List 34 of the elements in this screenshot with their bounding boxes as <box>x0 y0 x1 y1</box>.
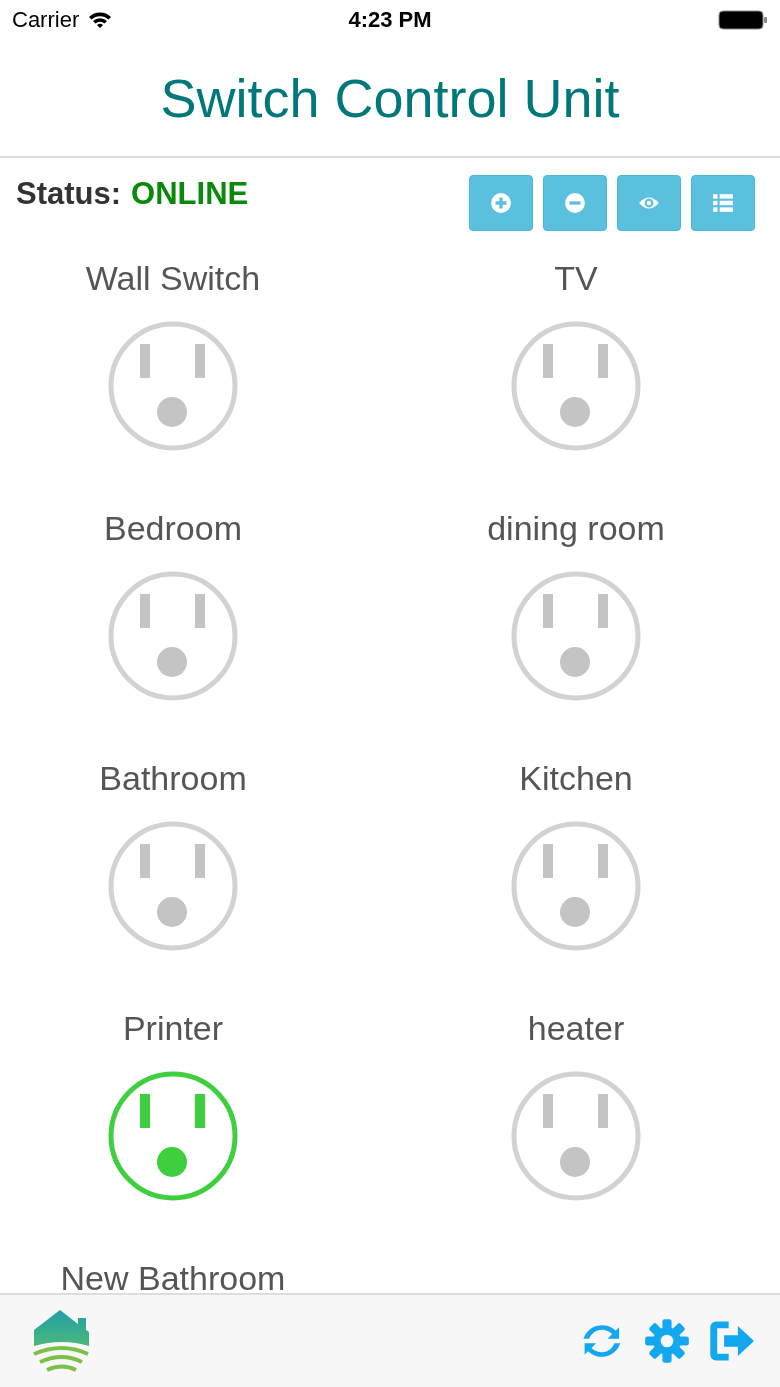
outlet-name: TV <box>554 258 598 299</box>
outlet-toggle[interactable] <box>107 1070 239 1202</box>
app-title: Switch Control Unit <box>160 67 620 129</box>
status-label: Status: <box>16 176 122 212</box>
outlet-name: Printer <box>122 1008 224 1049</box>
outlet-toggle[interactable] <box>510 320 642 452</box>
outlet-toggle[interactable] <box>510 1070 642 1202</box>
list-button[interactable] <box>691 175 755 231</box>
status-value: ONLINE <box>131 176 249 212</box>
logout-icon[interactable] <box>708 1318 754 1364</box>
outlet-name: Bathroom <box>99 758 247 799</box>
outlet-toggle[interactable] <box>107 570 239 702</box>
outlet-toggle[interactable] <box>510 570 642 702</box>
home-wifi-logo[interactable] <box>32 1308 92 1374</box>
outlet-name: New Bathroom <box>60 1258 286 1293</box>
outlet-name: heater <box>527 1008 625 1049</box>
outlet-name: Bedroom <box>104 508 242 549</box>
clock-time: 4:23 PM <box>348 7 432 33</box>
carrier-label: Carrier <box>12 7 80 33</box>
outlet-toggle[interactable] <box>107 820 239 952</box>
outlet-name: Kitchen <box>519 758 633 799</box>
remove-button[interactable] <box>543 175 607 231</box>
list-icon <box>712 192 734 214</box>
wifi-icon <box>87 10 114 30</box>
outlet-name: dining room <box>487 508 665 549</box>
outlet-toggle[interactable] <box>510 820 642 952</box>
outlet-name: Wall Switch <box>85 258 261 299</box>
battery-icon <box>718 10 768 30</box>
plus-icon <box>490 192 512 214</box>
minus-icon <box>564 192 586 214</box>
add-button[interactable] <box>469 175 533 231</box>
settings-icon[interactable] <box>644 1318 690 1364</box>
view-button[interactable] <box>617 175 681 231</box>
outlet-toggle[interactable] <box>107 320 239 452</box>
